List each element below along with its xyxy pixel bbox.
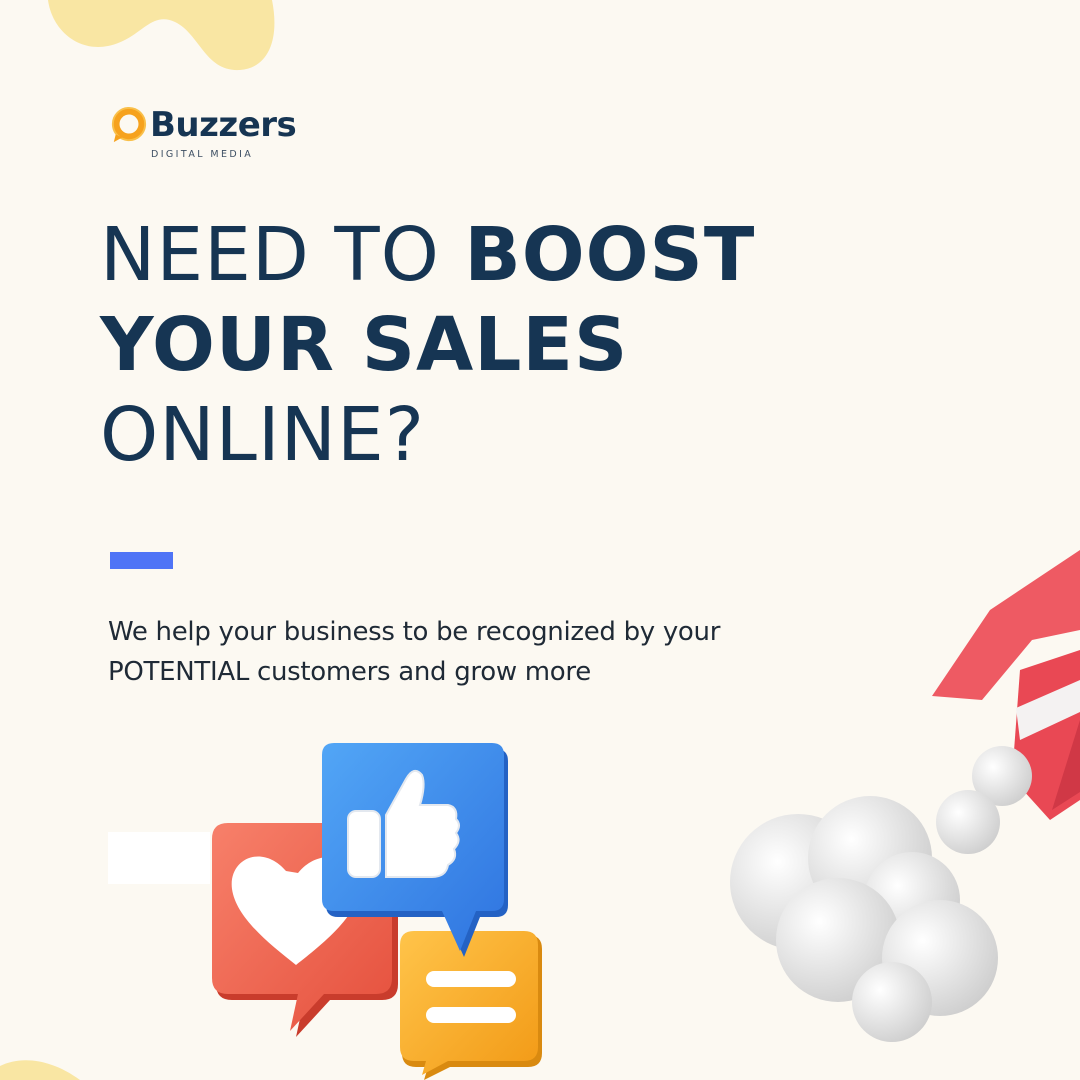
yellow-blob-top [48,0,275,71]
headline-line-2: YOUR SALES [100,300,755,390]
accent-bar [110,552,173,569]
headline-line-1: NEED TO BOOST [100,210,755,300]
body-copy: We help your business to be recognized b… [108,617,721,687]
brand-tagline: DIGITAL MEDIA [151,149,254,160]
headline-light-text: ONLINE? [100,392,426,478]
logo-mark-icon [111,106,147,143]
brand-logo[interactable]: Buzzers DIGITAL MEDIA [110,105,297,160]
smoke-cloud-icon [730,746,1032,1042]
headline-bold-text: BOOST [464,212,756,298]
page-headline: NEED TO BOOST YOUR SALES ONLINE? [100,210,755,480]
brand-name: Buzzers [150,105,297,145]
yellow-blob-bottom [0,1060,80,1080]
chat-bubble-icon [400,931,542,1080]
headline-light-text: NEED TO [100,212,465,298]
rocket-illustration [730,550,1080,1042]
social-reactions-illustration [212,743,542,1080]
white-box [108,832,210,884]
headline-line-3: ONLINE? [100,390,755,480]
headline-bold-text: YOUR SALES [100,302,629,388]
